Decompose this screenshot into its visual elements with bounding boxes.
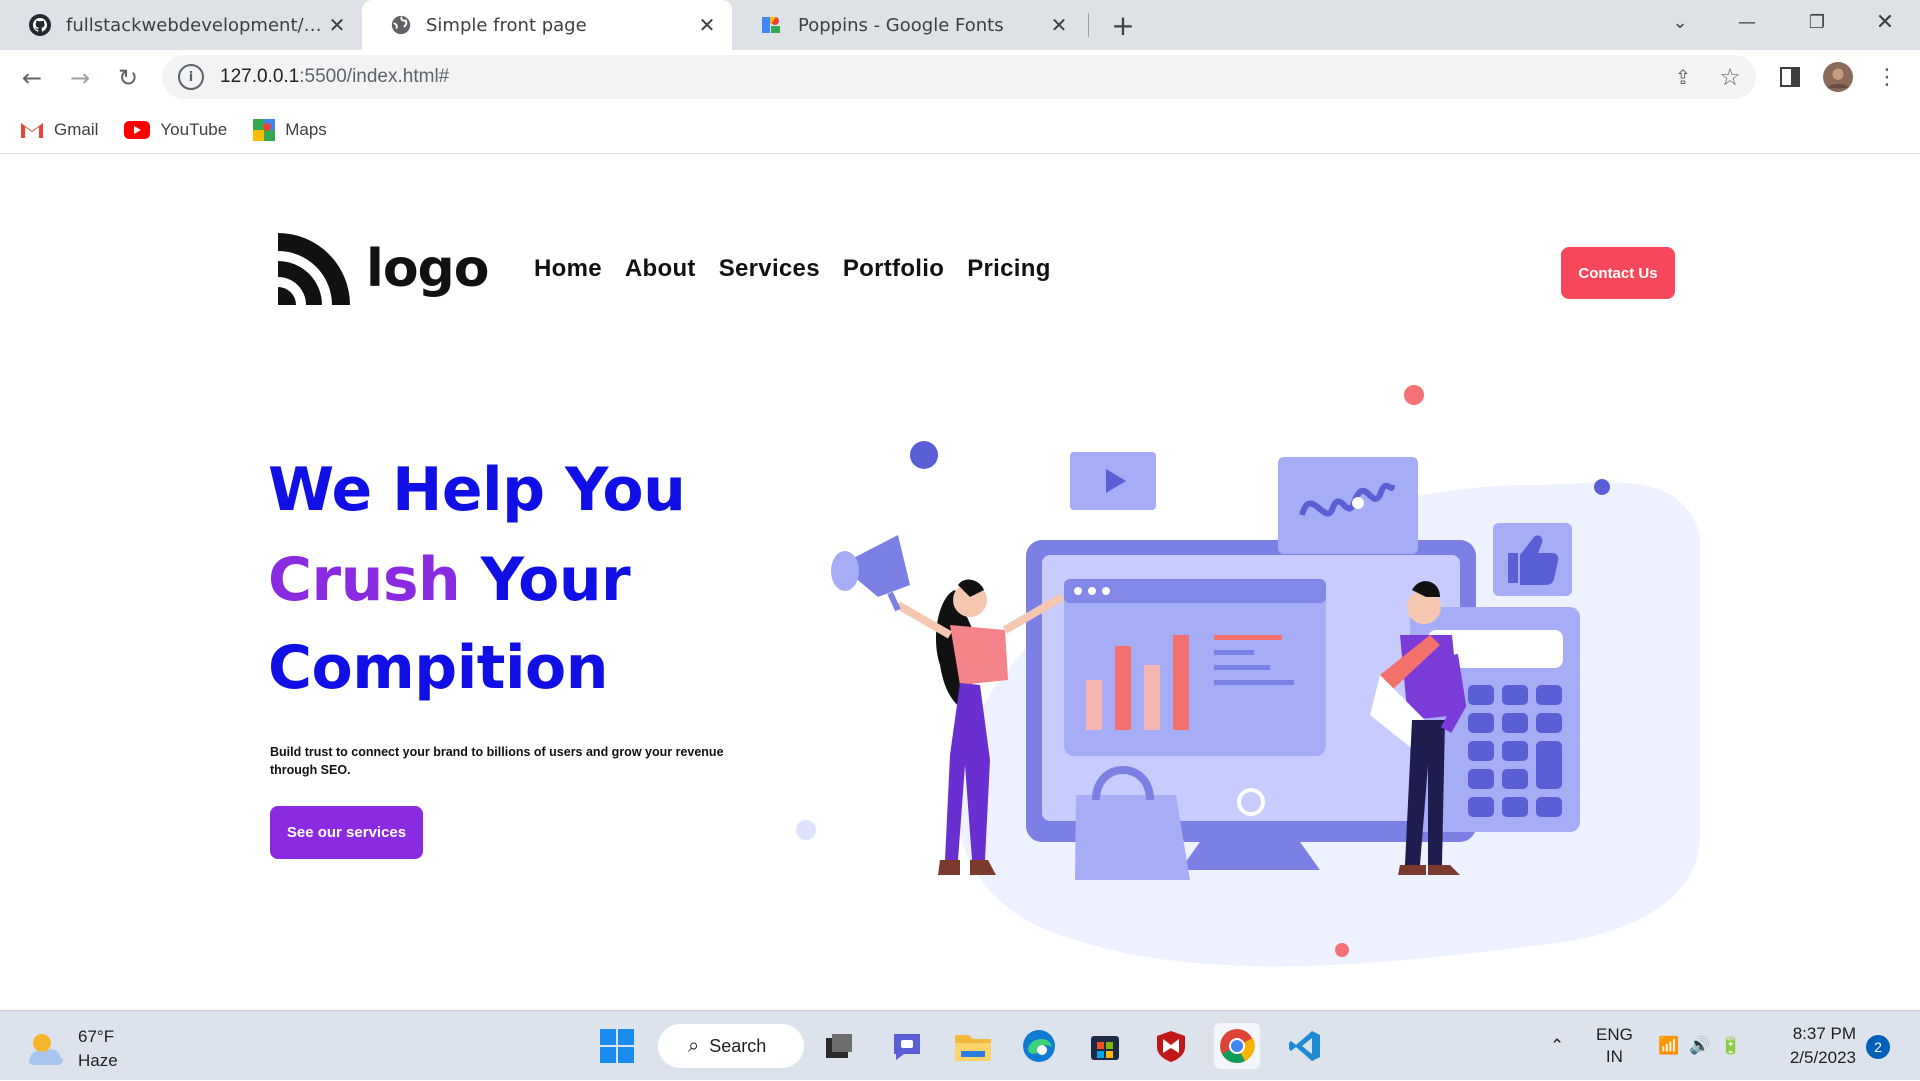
mcafee-shield-icon xyxy=(1157,1031,1185,1062)
nav-services[interactable]: Services xyxy=(719,255,820,283)
decor-dot xyxy=(1404,385,1424,405)
edge-button[interactable] xyxy=(1016,1023,1062,1069)
github-icon xyxy=(29,14,51,36)
forward-button[interactable]: → xyxy=(62,60,98,96)
menu-icon[interactable]: ⋮ xyxy=(1872,62,1902,92)
hero-subtitle: Build trust to connect your brand to bil… xyxy=(270,745,724,777)
show-hidden-icons[interactable]: ⌃ xyxy=(1550,1011,1564,1081)
web-page: logo Home About Services Portfolio Prici… xyxy=(0,155,1920,1010)
chrome-icon xyxy=(1220,1029,1255,1063)
url-text: 127.0.0.1:5500/index.html# xyxy=(220,66,450,87)
decor-dot xyxy=(910,441,938,469)
globe-icon xyxy=(391,15,411,35)
language-indicator[interactable]: ENG IN xyxy=(1596,1011,1633,1081)
close-icon[interactable]: ✕ xyxy=(1048,13,1070,37)
store-icon xyxy=(1091,1036,1119,1060)
battery-icon: 🔋 xyxy=(1720,1036,1742,1055)
decor-dot xyxy=(1335,943,1349,957)
clock-time: 8:37 PM xyxy=(1792,1024,1856,1043)
tab-title: Simple front page xyxy=(426,14,587,36)
main-nav: Home About Services Portfolio Pricing xyxy=(534,255,1051,283)
google-fonts-icon xyxy=(762,17,780,33)
hero-illustration xyxy=(796,385,1700,967)
taskbar-search[interactable]: ⌕ Search xyxy=(658,1024,804,1068)
tab-search-button[interactable]: ⌄ xyxy=(1645,0,1715,44)
weather-description: Haze xyxy=(78,1051,118,1070)
profile-avatar[interactable] xyxy=(1823,62,1853,92)
bookmark-youtube[interactable]: YouTube xyxy=(124,120,227,140)
reload-button[interactable]: ↻ xyxy=(110,60,146,96)
wifi-icon: 📶 xyxy=(1658,1036,1680,1055)
hero-title-line-3: Compition xyxy=(268,633,608,703)
tab-divider xyxy=(1088,13,1089,37)
nav-portfolio[interactable]: Portfolio xyxy=(843,255,944,283)
weather-temperature: 67°F xyxy=(78,1027,115,1046)
weather-widget[interactable]: 67°F Haze xyxy=(26,1025,118,1073)
tab-strip: fullstackwebdevelopment/style.css ✕ Simp… xyxy=(0,0,1920,50)
tray-status-icons[interactable]: 📶 🔊 🔋 xyxy=(1658,1011,1742,1081)
minimize-button[interactable]: — xyxy=(1712,0,1782,44)
mcafee-button[interactable] xyxy=(1148,1023,1194,1069)
vscode-button[interactable] xyxy=(1282,1023,1328,1069)
browser-toolbar: ← → ↻ i 127.0.0.1:5500/index.html# ⇪ ☆ ⋮ xyxy=(0,50,1920,106)
task-view-button[interactable] xyxy=(816,1023,862,1069)
site-logo[interactable]: logo xyxy=(276,231,489,307)
new-tab-button[interactable]: + xyxy=(1108,9,1138,42)
tab-github[interactable]: fullstackwebdevelopment/style.css ✕ xyxy=(0,0,362,50)
maps-icon xyxy=(253,118,276,141)
bookmark-star-icon[interactable]: ☆ xyxy=(1715,62,1745,92)
tab-title: fullstackwebdevelopment/style.css xyxy=(66,14,326,36)
windows-taskbar: 67°F Haze ⌕ Search ⌃ ENG IN 📶 🔊 🔋 8:37 P… xyxy=(0,1010,1920,1080)
contact-us-button[interactable]: Contact Us xyxy=(1561,247,1675,299)
store-button[interactable] xyxy=(1082,1023,1128,1069)
windows-icon xyxy=(600,1029,634,1063)
nav-about[interactable]: About xyxy=(625,255,696,283)
see-services-button[interactable]: See our services xyxy=(270,806,423,859)
back-button[interactable]: ← xyxy=(14,60,50,96)
chrome-button[interactable] xyxy=(1214,1023,1260,1069)
search-icon: ⌕ xyxy=(688,1034,700,1057)
nav-home[interactable]: Home xyxy=(534,255,602,283)
logo-text: logo xyxy=(366,239,489,299)
start-button[interactable] xyxy=(594,1023,640,1069)
share-icon[interactable]: ⇪ xyxy=(1668,62,1698,92)
hero-highlight: Crush xyxy=(268,545,461,615)
clock[interactable]: 8:37 PM 2/5/2023 xyxy=(1780,1011,1856,1081)
folder-icon xyxy=(955,1035,991,1061)
side-panel-icon[interactable] xyxy=(1775,62,1805,92)
logo-mark-icon xyxy=(278,233,350,305)
hazy-sun-icon xyxy=(28,1034,63,1065)
tab-simple-front-page[interactable]: Simple front page ✕ xyxy=(362,0,732,50)
notification-badge[interactable]: 2 xyxy=(1866,1035,1890,1059)
vscode-icon xyxy=(1289,1031,1320,1061)
bookmark-gmail[interactable]: Gmail xyxy=(20,120,98,140)
volume-icon: 🔊 xyxy=(1689,1036,1711,1055)
close-icon[interactable]: ✕ xyxy=(696,13,718,37)
bookmark-maps[interactable]: Maps xyxy=(253,118,327,141)
nav-pricing[interactable]: Pricing xyxy=(967,255,1050,283)
address-bar[interactable]: i 127.0.0.1:5500/index.html# xyxy=(162,55,1756,99)
tab-title: Poppins - Google Fonts xyxy=(798,14,1004,36)
chat-icon xyxy=(894,1034,920,1060)
hero-title-line-2: Crush Your xyxy=(268,545,631,615)
edge-icon xyxy=(1023,1030,1055,1062)
close-icon[interactable]: ✕ xyxy=(326,13,348,37)
hero-title-line-1: We Help You xyxy=(268,455,686,525)
youtube-icon xyxy=(124,120,151,139)
clock-date: 2/5/2023 xyxy=(1789,1048,1856,1067)
tab-google-fonts[interactable]: Poppins - Google Fonts ✕ xyxy=(732,0,1084,50)
file-explorer-button[interactable] xyxy=(950,1023,996,1069)
close-window-button[interactable]: ✕ xyxy=(1850,0,1920,44)
teams-chat-button[interactable] xyxy=(884,1023,930,1069)
decor-dot xyxy=(1594,479,1610,495)
task-view-icon xyxy=(826,1034,852,1058)
decor-dot xyxy=(796,820,816,840)
gmail-icon xyxy=(21,122,43,138)
restore-button[interactable]: ❐ xyxy=(1782,0,1852,44)
bookmarks-bar: Gmail YouTube Maps xyxy=(0,106,1920,154)
shopping-bag-icon xyxy=(1075,795,1190,880)
site-info-icon[interactable]: i xyxy=(178,64,204,90)
